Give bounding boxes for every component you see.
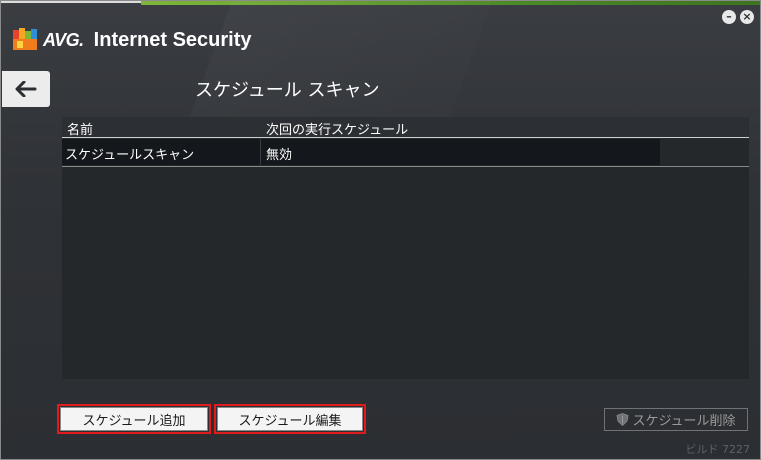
title-bar-line <box>1 1 141 3</box>
cell-next-run: 無効 <box>266 148 293 163</box>
column-header-next-run[interactable]: 次回の実行スケジュール <box>266 119 408 138</box>
row-separator <box>62 166 749 167</box>
close-button[interactable]: × <box>740 10 754 24</box>
arrow-left-icon <box>15 81 37 97</box>
app-window: – × AVG. Internet Security スケジュール スキャン 名… <box>0 0 761 460</box>
table-header: 名前 次回の実行スケジュール <box>62 117 749 138</box>
schedule-table: 名前 次回の実行スケジュール スケジュールスキャン 無効 <box>62 117 749 379</box>
back-button[interactable] <box>2 71 50 107</box>
edit-schedule-button[interactable]: スケジュール編集 <box>214 404 366 434</box>
table-row[interactable]: スケジュールスキャン 無効 <box>62 139 660 165</box>
delete-schedule-label: スケジュール削除 <box>632 414 736 429</box>
app-logo: AVG. Internet Security <box>13 28 252 52</box>
minimize-button[interactable]: – <box>722 10 736 24</box>
build-number: ビルド 7227 <box>685 443 751 456</box>
column-header-name[interactable]: 名前 <box>67 119 93 138</box>
cell-name: スケジュールスキャン <box>65 148 195 163</box>
brand-name: AVG. <box>43 29 84 50</box>
avg-logo-icon <box>13 28 37 50</box>
product-name: Internet Security <box>93 28 252 51</box>
add-schedule-button[interactable]: スケジュール追加 <box>57 404 211 434</box>
cell-divider <box>260 139 261 165</box>
delete-schedule-button[interactable]: スケジュール削除 <box>604 408 748 431</box>
shield-icon <box>616 413 629 426</box>
page-title: スケジュール スキャン <box>195 80 380 101</box>
